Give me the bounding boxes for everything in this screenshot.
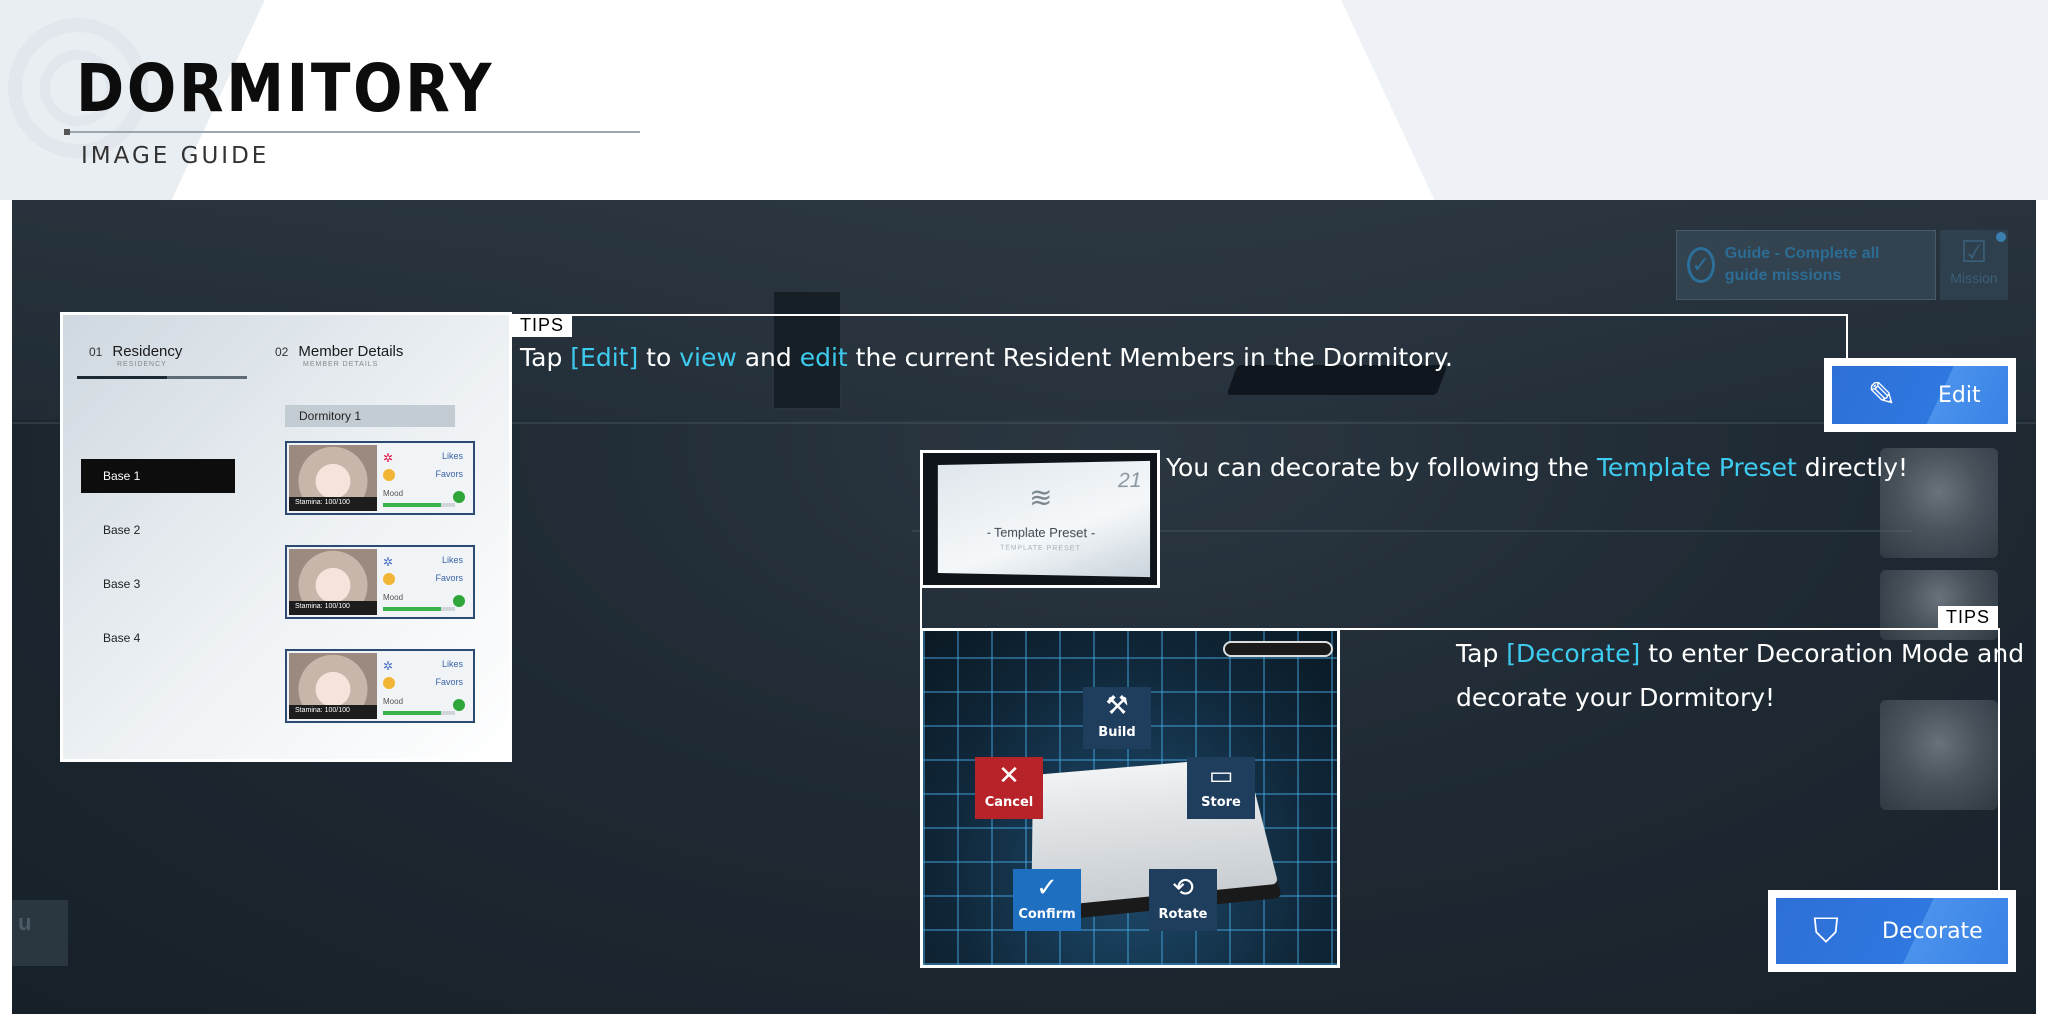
- rotate-button[interactable]: ⟲ Rotate: [1149, 869, 1217, 931]
- likes-label: Likes: [441, 659, 463, 669]
- store-button[interactable]: ▭ Store: [1187, 757, 1255, 819]
- mood-label: Mood: [383, 697, 404, 706]
- callout-line: [920, 588, 922, 628]
- mood-label: Mood: [383, 489, 404, 498]
- decorate-button[interactable]: ⛉ Decorate: [1768, 890, 2016, 972]
- base-item-4[interactable]: Base 4: [81, 621, 235, 655]
- mood-status-icon: [453, 491, 465, 503]
- likes-label: Likes: [441, 451, 463, 461]
- mood-bar: [383, 711, 455, 715]
- stamina-label: Stamina: 100/100: [289, 705, 377, 719]
- decorate-tip-text: Tap [Decorate] to enter Decoration Mode …: [1456, 639, 2025, 712]
- left-edge-button[interactable]: u: [12, 900, 68, 966]
- tips-label: TIPS: [1938, 606, 1999, 629]
- likes-icon: ✲: [383, 451, 394, 465]
- mood-bar-fill: [383, 607, 441, 611]
- likes-icon: ✲: [383, 555, 394, 569]
- stamina-label: Stamina: 100/100: [289, 601, 377, 615]
- layers-icon: ≋: [1029, 481, 1053, 514]
- likes-icon: ✲: [383, 659, 394, 673]
- preset-subname: TEMPLATE PRESET: [1000, 544, 1081, 553]
- favors-label: Favors: [435, 469, 463, 479]
- light-fixture: [1223, 641, 1333, 657]
- favors-icon: [383, 677, 395, 689]
- tools-icon: ⚒: [1105, 691, 1129, 721]
- callout-line: [1846, 314, 1848, 362]
- page-subtitle: IMAGE GUIDE: [81, 143, 270, 169]
- mood-bar: [383, 607, 455, 611]
- callout-line: [512, 314, 1848, 316]
- template-preset-screenshot: ≋ 21 - Template Preset - TEMPLATE PRESET: [920, 450, 1160, 588]
- preset-tip-text: You can decorate by following the Templa…: [1166, 453, 1909, 482]
- guide-mission-text: Guide - Complete all guide missions: [1724, 245, 1880, 284]
- member-card[interactable]: Stamina: 100/100 ✲ Likes Favors Mood: [285, 441, 475, 515]
- confirm-button[interactable]: ✓ Confirm: [1013, 869, 1081, 931]
- stamina-label: Stamina: 100/100: [289, 497, 377, 511]
- decoration-mode-screenshot: ⚒ Build ✕ Cancel ▭ Store ✓ Confirm ⟲ Rot…: [920, 628, 1340, 968]
- edit-pencil-icon: ✎: [1867, 375, 1897, 415]
- member-card[interactable]: Stamina: 100/100 ✲ Likes Favors Mood: [285, 545, 475, 619]
- member-card[interactable]: Stamina: 100/100 ✲ Likes Favors Mood: [285, 649, 475, 723]
- template-preset-card[interactable]: ≋ 21 - Template Preset - TEMPLATE PRESET: [937, 460, 1151, 578]
- residency-screenshot: 01 Residency RESIDENCY 02 Member Details M…: [60, 312, 512, 762]
- preset-count: 21: [1118, 469, 1142, 493]
- mood-bar-fill: [383, 503, 441, 507]
- dormitory-label: Dormitory 1: [285, 405, 455, 427]
- cancel-button[interactable]: ✕ Cancel: [975, 757, 1043, 819]
- title-divider: [64, 129, 640, 135]
- guide-mission-panel[interactable]: ✓ Guide - Complete all guide missions: [1676, 230, 1936, 300]
- preset-name: - Template Preset -: [986, 524, 1096, 541]
- check-circle-icon: ✓: [1687, 247, 1715, 283]
- base-item-1[interactable]: Base 1: [81, 459, 235, 493]
- mood-status-icon: [453, 699, 465, 711]
- mission-button[interactable]: ☑ Mission: [1940, 230, 2008, 300]
- likes-label: Likes: [441, 555, 463, 565]
- notification-dot: [1996, 232, 2006, 242]
- mood-status-icon: [453, 595, 465, 607]
- edit-tip-text: Tap [Edit] to view and edit the current …: [520, 343, 1453, 372]
- favors-icon: [383, 469, 395, 481]
- tab-member-details[interactable]: 02 Member Details MEMBER DETAILS: [275, 343, 403, 368]
- page-title: DORMITORY: [76, 50, 495, 127]
- base-item-3[interactable]: Base 3: [81, 567, 235, 601]
- plant-pot-icon: ⛉: [1813, 911, 1839, 951]
- rotate-icon: ⟲: [1172, 873, 1194, 903]
- mission-button-label: Mission: [1950, 270, 1998, 286]
- callout-line: [1340, 628, 2000, 630]
- base-item-2[interactable]: Base 2: [81, 513, 235, 547]
- tab-underline: [77, 376, 247, 379]
- tab-residency[interactable]: 01 Residency RESIDENCY: [89, 343, 182, 368]
- mood-bar-fill: [383, 711, 441, 715]
- box-icon: ▭: [1208, 761, 1234, 791]
- close-icon: ✕: [998, 761, 1020, 791]
- mood-bar: [383, 503, 455, 507]
- build-button[interactable]: ⚒ Build: [1083, 687, 1151, 749]
- favors-label: Favors: [435, 677, 463, 687]
- mood-label: Mood: [383, 593, 404, 602]
- edit-button[interactable]: ✎ Edit: [1824, 358, 2016, 432]
- tips-label: TIPS: [512, 314, 573, 337]
- check-icon: ✓: [1036, 873, 1058, 903]
- favors-icon: [383, 573, 395, 585]
- favors-label: Favors: [435, 573, 463, 583]
